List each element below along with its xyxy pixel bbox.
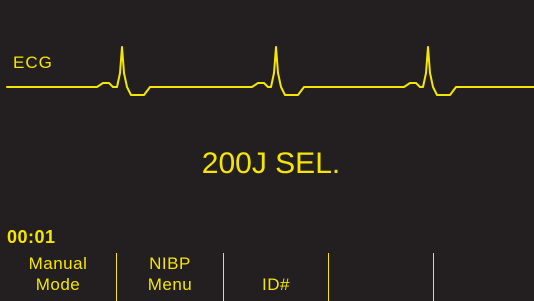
ecg-lead-label: ECG xyxy=(13,53,53,72)
softkey-manual-mode[interactable]: Manual Mode xyxy=(0,253,116,301)
softkey-nibp-menu[interactable]: NIBP Menu xyxy=(117,253,223,301)
softkey-4[interactable] xyxy=(329,253,433,301)
softkey-divider xyxy=(223,253,224,301)
ecg-trace xyxy=(6,46,534,96)
softkey-label-line2: ID# xyxy=(262,275,290,294)
softkey-label-line2: Menu xyxy=(147,275,193,294)
elapsed-timer: 00:01 xyxy=(7,227,56,247)
softkey-bar: Manual Mode NIBP Menu ID# xyxy=(0,253,534,301)
softkey-divider xyxy=(116,253,117,301)
softkey-id[interactable]: ID# xyxy=(224,253,328,301)
softkey-label-line1: NIBP xyxy=(149,254,191,273)
softkey-label-line1: Manual xyxy=(28,254,88,273)
softkey-5[interactable] xyxy=(434,253,534,301)
softkey-label-line1 xyxy=(224,253,328,274)
softkey-label-line2: Mode xyxy=(35,275,81,294)
softkey-divider xyxy=(433,253,434,301)
softkey-divider xyxy=(328,253,329,301)
defibrillator-screen: ECG 200J SEL. 00:01 Manual Mode NIBP Men… xyxy=(0,0,534,301)
energy-selection: 200J SEL. xyxy=(201,147,341,180)
